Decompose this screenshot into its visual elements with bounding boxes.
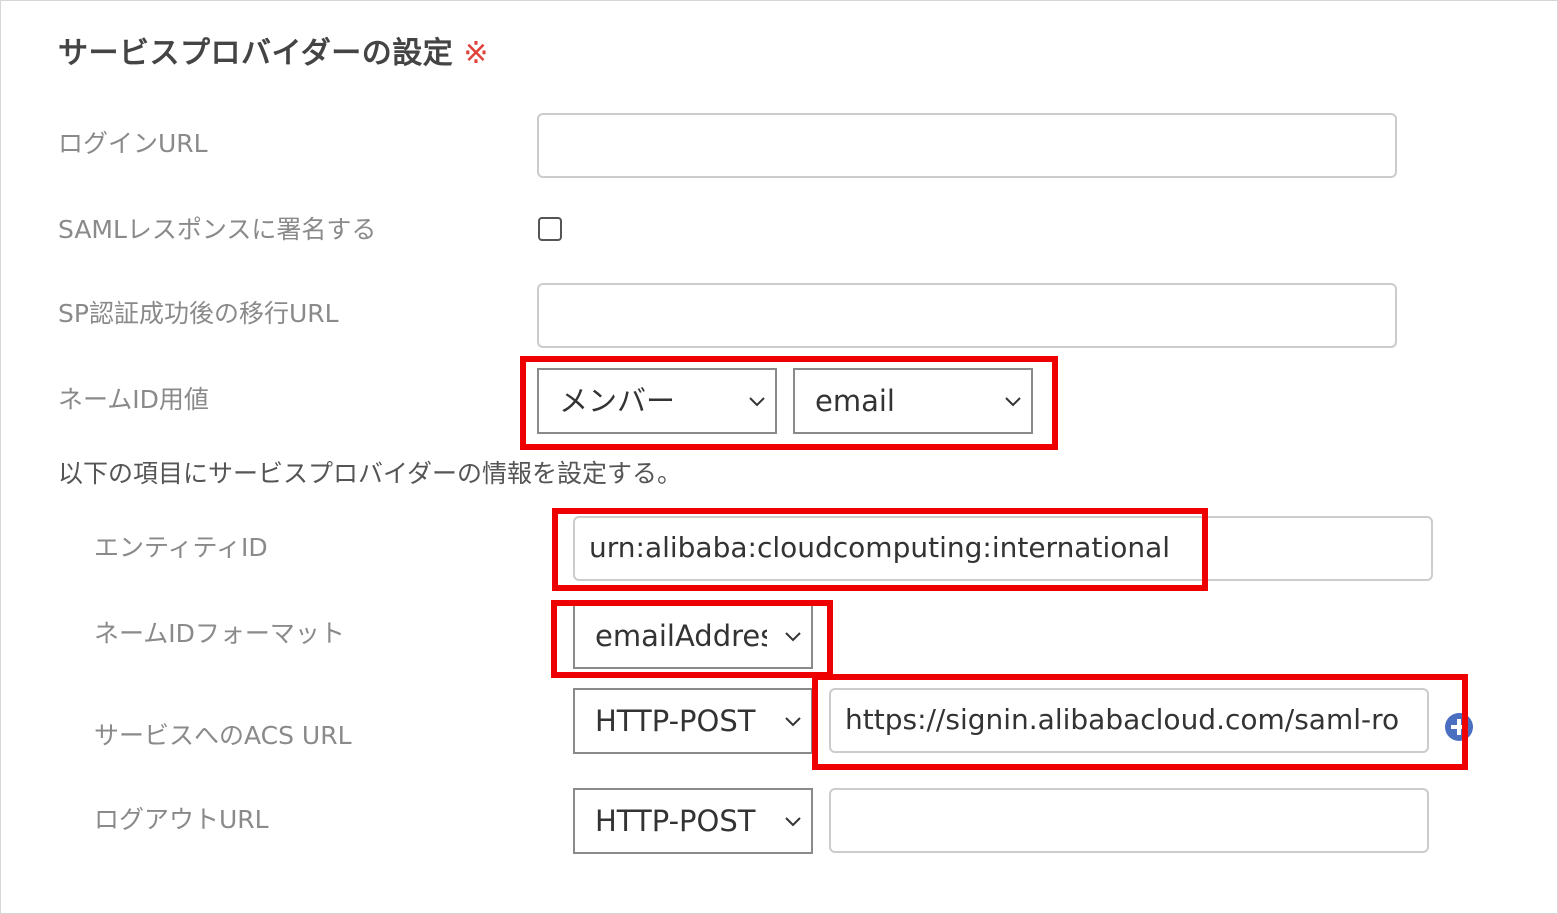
acs-binding-select[interactable]: HTTP-POST bbox=[573, 688, 813, 754]
acs-binding-value: HTTP-POST bbox=[595, 704, 756, 738]
logout-binding-value: HTTP-POST bbox=[595, 804, 756, 838]
sign-saml-checkbox[interactable] bbox=[538, 217, 562, 241]
section-title: サービスプロバイダーの設定 ※ bbox=[58, 32, 489, 76]
required-mark: ※ bbox=[463, 36, 489, 71]
logout-binding-select[interactable]: HTTP-POST bbox=[573, 788, 813, 854]
sp-redirect-input[interactable] bbox=[537, 283, 1397, 348]
login-url-input[interactable] bbox=[537, 113, 1397, 178]
acs-url-label: サービスへのACS URL bbox=[94, 721, 352, 750]
entity-id-label: エンティティID bbox=[94, 533, 268, 562]
logout-url-input[interactable] bbox=[829, 788, 1429, 853]
sp-info-note: 以下の項目にサービスプロバイダーの情報を設定する。 bbox=[58, 459, 683, 488]
chevron-down-icon bbox=[785, 717, 801, 727]
login-url-label: ログインURL bbox=[58, 129, 208, 158]
highlight-name-id-format bbox=[551, 600, 833, 678]
highlight-acs-url bbox=[812, 674, 1468, 770]
name-id-value-label: ネームID用値 bbox=[58, 385, 209, 414]
highlight-name-id-value bbox=[520, 356, 1058, 450]
logout-url-label: ログアウトURL bbox=[94, 805, 269, 834]
sp-redirect-label: SP認証成功後の移行URL bbox=[58, 299, 339, 328]
name-id-format-label: ネームIDフォーマット bbox=[94, 619, 345, 648]
sign-saml-label: SAMLレスポンスに署名する bbox=[58, 215, 377, 244]
section-title-text: サービスプロバイダーの設定 bbox=[58, 36, 454, 71]
highlight-entity-id bbox=[552, 508, 1208, 591]
chevron-down-icon bbox=[785, 817, 801, 827]
